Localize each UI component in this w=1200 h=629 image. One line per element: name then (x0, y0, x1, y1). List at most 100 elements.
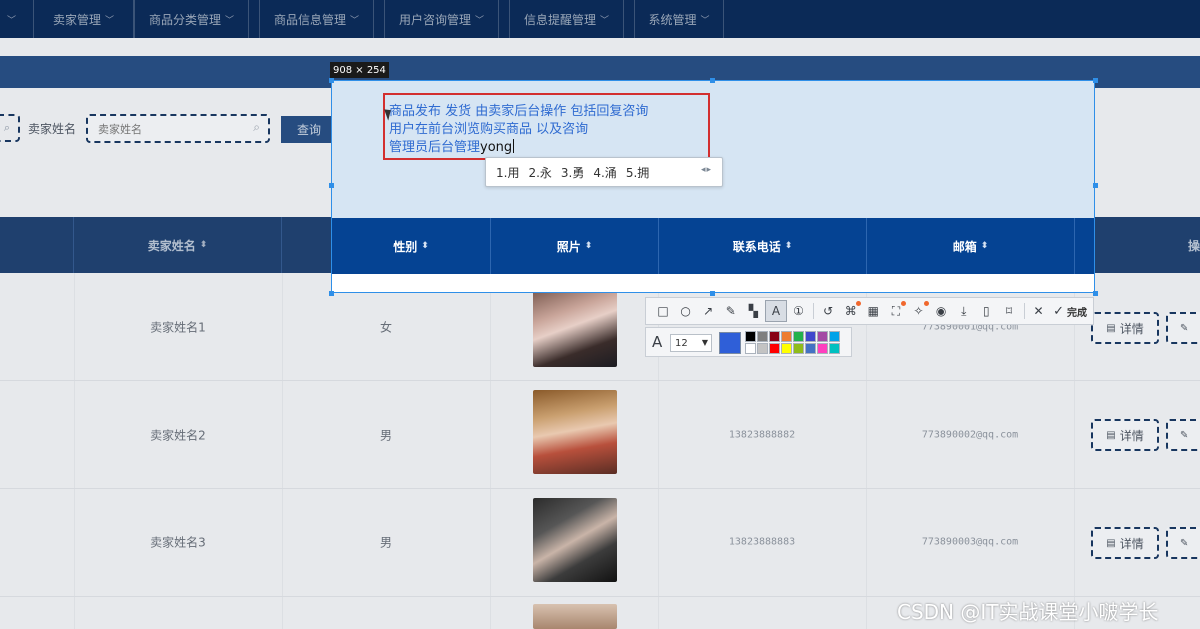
sort-icon[interactable]: ⬍ (981, 241, 989, 251)
detail-button[interactable]: ▤ 详情 (1091, 312, 1159, 344)
resize-handle[interactable] (710, 291, 715, 296)
annotation-line-3[interactable]: 管理员后台管理yong (389, 136, 515, 155)
font-size-select[interactable]: 12 ▼ (670, 334, 712, 352)
edit-button[interactable]: ✎ (1166, 527, 1200, 559)
resize-handle[interactable] (329, 183, 334, 188)
ime-candidate[interactable]: 3.勇 (561, 164, 584, 181)
query-button[interactable]: 查询 (281, 116, 337, 143)
color-swatch[interactable] (769, 331, 780, 342)
column-header-email[interactable]: 邮箱 ⬍ (867, 218, 1075, 274)
color-swatch[interactable] (829, 331, 840, 342)
detail-button[interactable]: ▤ 详情 (1091, 419, 1159, 451)
seller-photo (533, 390, 617, 474)
ellipse-icon[interactable]: ○ (675, 300, 697, 322)
bookmark-icon[interactable]: ⌑ (998, 300, 1020, 322)
watermark: CSDN @IT实战课堂小啵学长 (897, 600, 1159, 624)
sort-icon[interactable]: ⬍ (785, 241, 793, 251)
pin-icon[interactable]: ✧ (908, 300, 930, 322)
resize-handle[interactable] (1093, 183, 1098, 188)
seller-name-input[interactable] (98, 120, 238, 138)
pen-icon[interactable]: ✎ (720, 300, 742, 322)
color-swatch[interactable] (781, 331, 792, 342)
color-swatch[interactable] (757, 343, 768, 354)
edit-icon: ✎ (1180, 322, 1189, 334)
sort-icon[interactable]: ⬍ (421, 241, 429, 251)
column-header-gender[interactable]: 性别 ⬍ (332, 218, 491, 274)
edit-button[interactable]: ✎ (1166, 419, 1200, 451)
cell-email: 773890003@qq.com (921, 536, 1019, 548)
column-header-label: 联系电话 (732, 239, 781, 254)
done-icon: ✓ (1053, 303, 1064, 319)
phone-icon[interactable]: ▯ (975, 300, 997, 322)
resize-handle[interactable] (329, 78, 334, 83)
nav-item-consult[interactable]: 用户咨询管理 ﹀ (384, 0, 499, 38)
close-icon[interactable]: ✕ (1028, 300, 1050, 322)
serial-number-icon[interactable]: ① (788, 300, 810, 322)
search-label: 卖家姓名 (28, 122, 77, 136)
resize-handle[interactable] (1093, 78, 1098, 83)
search-stub-field[interactable]: ⌕ (0, 114, 20, 142)
chevron-down-icon: ﹀ (475, 15, 485, 26)
ime-candidate[interactable]: 4.涌 (593, 164, 616, 181)
dropdown-arrow-icon: ▼ (701, 338, 708, 347)
nav-item-category[interactable]: 商品分类管理 ﹀ (134, 0, 249, 38)
ime-candidate[interactable]: 1.用 (496, 164, 519, 181)
color-swatch[interactable] (781, 343, 792, 354)
column-header-label: 操 (1187, 238, 1200, 253)
color-swatch[interactable] (745, 331, 756, 342)
resize-handle[interactable] (329, 291, 334, 296)
cell-seller-name: 卖家姓名2 (150, 428, 206, 443)
column-divider (282, 273, 283, 629)
color-swatch[interactable] (769, 343, 780, 354)
nav-item-product[interactable]: 商品信息管理 ﹀ (259, 0, 374, 38)
document-icon: ▤ (1106, 322, 1116, 334)
seller-name-field[interactable]: ⌕ (86, 114, 270, 143)
current-color-swatch[interactable] (719, 332, 741, 354)
chevron-down-icon: ﹀ (350, 15, 360, 26)
nav-item-label: 商品分类管理 (148, 12, 221, 27)
column-divider (74, 273, 75, 629)
color-swatch[interactable] (793, 343, 804, 354)
arrow-icon[interactable]: ↗ (697, 300, 719, 322)
resize-handle[interactable] (710, 78, 715, 83)
column-header-seller-name[interactable]: 卖家姓名 ⬍ (74, 217, 282, 273)
cell-email: 773890002@qq.com (921, 429, 1019, 441)
ime-candidate[interactable]: 5.拥 (626, 164, 649, 181)
color-swatch[interactable] (757, 331, 768, 342)
nav-item-system[interactable]: 系统管理 ﹀ (634, 0, 724, 38)
download-icon[interactable]: ⤓ (953, 300, 975, 322)
mosaic-icon[interactable]: ▚ (742, 300, 764, 322)
sticker-icon[interactable]: ⌘ (840, 300, 862, 322)
color-swatch[interactable] (745, 343, 756, 354)
resize-handle[interactable] (1093, 291, 1098, 296)
toolbar-divider (813, 303, 815, 319)
badge-dot (923, 301, 929, 306)
color-swatch[interactable] (817, 343, 828, 354)
color-swatch[interactable] (829, 343, 840, 354)
nav-item-reminder[interactable]: 信息提醒管理 ﹀ (509, 0, 624, 38)
color-swatch[interactable] (805, 343, 816, 354)
column-divider (1074, 273, 1075, 629)
text-icon[interactable]: A (764, 300, 787, 322)
ime-page-arrows-icon[interactable]: ◂▸ (701, 165, 712, 175)
sort-icon[interactable]: ⬍ (585, 241, 593, 251)
ocr-icon[interactable]: ▦ (862, 300, 884, 322)
scan-icon[interactable]: ⛶ (885, 300, 907, 322)
color-swatch[interactable] (793, 331, 804, 342)
record-icon[interactable]: ◉ (930, 300, 952, 322)
color-swatch[interactable] (805, 331, 816, 342)
ime-candidate-window: 1.用 2.永 3.勇 4.涌 5.拥 ◂▸ (485, 157, 723, 187)
color-swatch[interactable] (817, 331, 828, 342)
ime-candidate[interactable]: 2.永 (528, 164, 551, 181)
sort-icon[interactable]: ⬍ (200, 240, 208, 250)
detail-button[interactable]: ▤ 详情 (1091, 527, 1159, 559)
done-button[interactable]: ✓ 完成 (1053, 304, 1087, 319)
column-header-photo[interactable]: 照片 ⬍ (491, 218, 659, 274)
edit-button[interactable]: ✎ (1166, 312, 1200, 344)
nav-item-seller[interactable]: 卖家管理 ﹀ (33, 0, 134, 38)
rectangle-icon[interactable]: □ (652, 300, 674, 322)
annotation-text: 管理员后台管理 (389, 140, 481, 155)
column-header-phone[interactable]: 联系电话 ⬍ (659, 218, 867, 274)
undo-icon[interactable]: ↺ (817, 300, 839, 322)
nav-overflow-item[interactable]: ﹀ (0, 0, 22, 38)
